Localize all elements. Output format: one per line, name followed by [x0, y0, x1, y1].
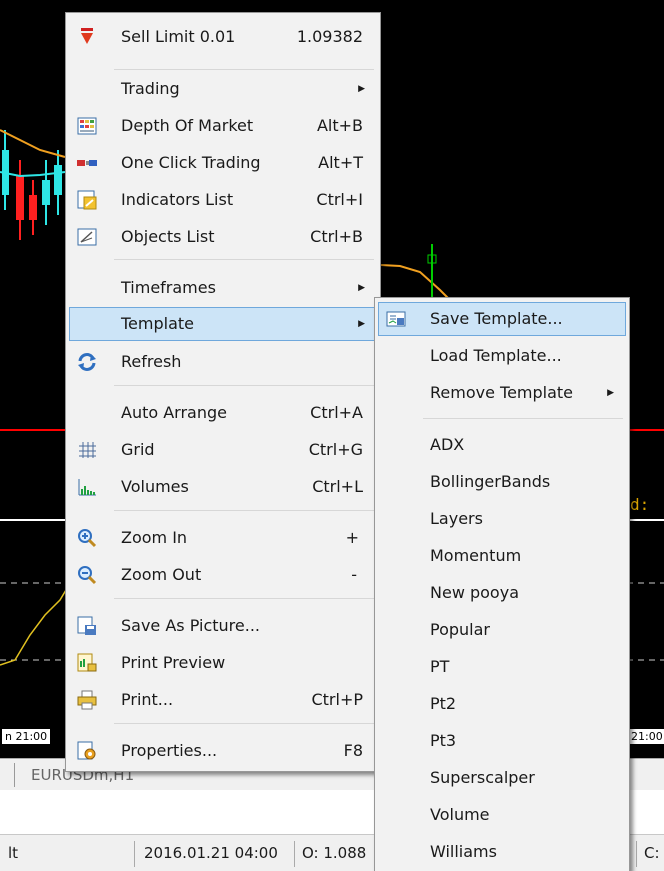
- template-item-pt3[interactable]: Pt3: [378, 724, 626, 758]
- menu-separator: [114, 259, 374, 260]
- one-click-trading-icon: [77, 153, 97, 173]
- save-template-icon: [386, 309, 406, 329]
- submenu-arrow-icon: ▶: [358, 283, 365, 293]
- menu-separator: [114, 385, 374, 386]
- menu-item-depth-of-market[interactable]: Depth Of Market Alt+B: [69, 109, 377, 143]
- refresh-icon: [77, 352, 97, 372]
- zoom-in-icon: [77, 528, 97, 548]
- template-submenu: Save Template... Load Template... Remove…: [374, 297, 630, 871]
- grid-icon: [77, 440, 97, 460]
- menu-item-sell-limit[interactable]: Sell Limit 0.01 1.09382: [69, 20, 377, 54]
- status-left: lt: [8, 844, 19, 862]
- objects-list-icon: [77, 227, 97, 247]
- menu-item-template[interactable]: Template ▶: [69, 307, 377, 341]
- menu-separator: [114, 723, 374, 724]
- menu-item-grid[interactable]: Grid Ctrl+G: [69, 433, 377, 467]
- menu-item-zoom-out[interactable]: Zoom Out -: [69, 558, 377, 592]
- submenu-arrow-icon: ▶: [358, 84, 365, 94]
- submenu-item-load-template[interactable]: Load Template...: [378, 339, 626, 373]
- print-icon: [77, 690, 97, 710]
- template-item-adx[interactable]: ADX: [378, 428, 626, 462]
- template-item-momentum[interactable]: Momentum: [378, 539, 626, 573]
- properties-icon: [77, 741, 97, 761]
- menu-item-volumes[interactable]: Volumes Ctrl+L: [69, 470, 377, 504]
- menu-item-objects-list[interactable]: Objects List Ctrl+B: [69, 220, 377, 254]
- menu-item-auto-arrange[interactable]: Auto Arrange Ctrl+A: [69, 396, 377, 430]
- submenu-arrow-icon: ▶: [607, 388, 614, 398]
- status-open-price: O: 1.088: [302, 844, 367, 862]
- template-item-new-pooya[interactable]: New pooya: [378, 576, 626, 610]
- submenu-item-remove-template[interactable]: Remove Template ▶: [378, 376, 626, 410]
- template-item-superscalper[interactable]: Superscalper: [378, 761, 626, 795]
- moving-average-line: [0, 129, 66, 158]
- status-divider: [134, 841, 135, 867]
- submenu-arrow-icon: ▶: [358, 319, 365, 329]
- menu-item-print[interactable]: Print... Ctrl+P: [69, 683, 377, 717]
- status-divider: [294, 841, 295, 867]
- menu-separator: [114, 69, 374, 70]
- template-item-volume[interactable]: Volume: [378, 798, 626, 832]
- template-item-bollingerbands[interactable]: BollingerBands: [378, 465, 626, 499]
- zoom-out-icon: [77, 565, 97, 585]
- chart-context-menu: Sell Limit 0.01 1.09382 Trading ▶ Depth …: [65, 12, 381, 772]
- menu-item-zoom-in[interactable]: Zoom In +: [69, 521, 377, 555]
- depth-of-market-icon: [77, 116, 97, 136]
- volumes-icon: [77, 477, 97, 497]
- menu-item-save-as-picture[interactable]: Save As Picture...: [69, 609, 377, 643]
- template-item-layers[interactable]: Layers: [378, 502, 626, 536]
- oscillator-line: [0, 589, 67, 666]
- template-item-popular[interactable]: Popular: [378, 613, 626, 647]
- menu-item-timeframes[interactable]: Timeframes ▶: [69, 271, 377, 305]
- menu-separator: [114, 598, 374, 599]
- status-divider: [636, 841, 637, 867]
- indicator-value-tag: d:: [630, 495, 650, 514]
- time-axis-label-left: n 21:00: [2, 729, 51, 744]
- menu-item-trading[interactable]: Trading ▶: [69, 72, 377, 106]
- moving-average-line-right: [379, 264, 451, 301]
- print-preview-icon: [77, 653, 97, 673]
- menu-item-indicators-list[interactable]: Indicators List Ctrl+I: [69, 183, 377, 217]
- menu-item-refresh[interactable]: Refresh: [69, 345, 377, 379]
- menu-item-one-click-trading[interactable]: One Click Trading Alt+T: [69, 146, 377, 180]
- template-item-pt2[interactable]: Pt2: [378, 687, 626, 721]
- sell-arrow-icon: [77, 27, 97, 47]
- menu-separator: [423, 418, 623, 419]
- status-close-price: C:: [644, 844, 660, 862]
- status-datetime: 2016.01.21 04:00: [144, 844, 278, 862]
- submenu-item-save-template[interactable]: Save Template...: [378, 302, 626, 336]
- indicators-list-icon: [77, 190, 97, 210]
- menu-item-print-preview[interactable]: Print Preview: [69, 646, 377, 680]
- menu-item-properties[interactable]: Properties... F8: [69, 734, 377, 768]
- menu-separator: [114, 510, 374, 511]
- template-item-pt[interactable]: PT: [378, 650, 626, 684]
- save-picture-icon: [77, 616, 97, 636]
- time-axis-label-right: 21:00: [628, 729, 664, 744]
- template-item-williams[interactable]: Williams: [378, 835, 626, 869]
